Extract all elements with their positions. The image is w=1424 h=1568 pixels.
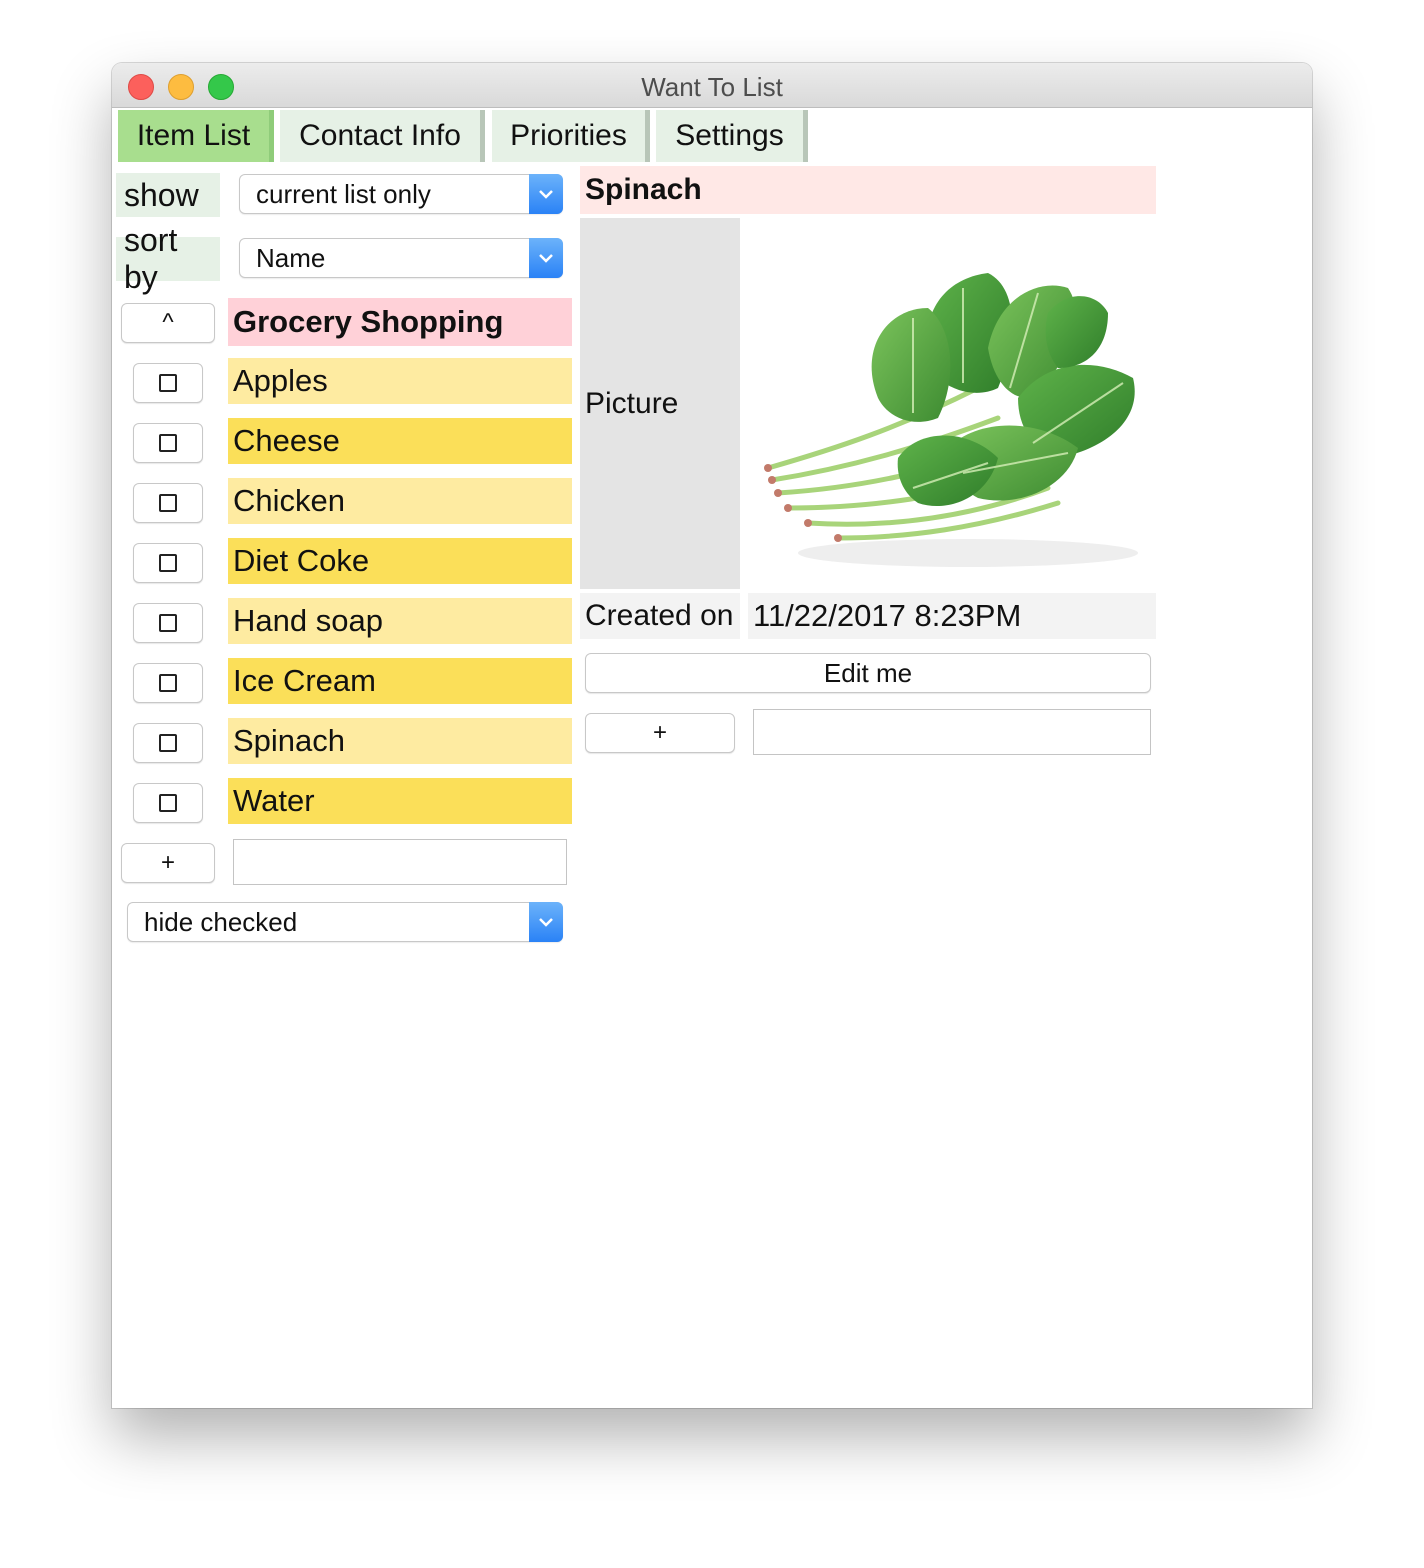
tab-label: Settings [675, 119, 784, 152]
tab-settings[interactable]: Settings [656, 110, 808, 162]
show-label: show [116, 173, 220, 217]
picture-label: Picture [580, 218, 740, 589]
item-checkbox[interactable] [133, 663, 203, 703]
add-note-button[interactable]: + [585, 713, 735, 753]
item-checkbox[interactable] [133, 483, 203, 523]
checkbox-icon [159, 554, 177, 572]
list-item[interactable]: Cheese [228, 418, 572, 464]
sort-select[interactable]: Name [239, 238, 563, 278]
list-item[interactable]: Diet Coke [228, 538, 572, 584]
app-window: Want To List Item List Contact Info Prio… [112, 63, 1312, 1408]
list-title: Grocery Shopping [228, 298, 572, 346]
checkbox-icon [159, 494, 177, 512]
add-item-button[interactable]: + [121, 843, 215, 883]
tab-label: Priorities [510, 119, 627, 152]
item-checkbox[interactable] [133, 603, 203, 643]
tab-label: Contact Info [299, 119, 461, 152]
checkbox-icon [159, 434, 177, 452]
checkbox-icon [159, 794, 177, 812]
item-checkbox[interactable] [133, 423, 203, 463]
created-label: Created on [580, 593, 740, 639]
list-item[interactable]: Water [228, 778, 572, 824]
checkbox-icon [159, 734, 177, 752]
edit-button[interactable]: Edit me [585, 653, 1151, 693]
item-checkbox[interactable] [133, 723, 203, 763]
show-select-value: current list only [256, 178, 431, 209]
checked-filter-select[interactable]: hide checked [127, 902, 563, 942]
tab-item-list[interactable]: Item List [118, 110, 274, 162]
sort-label: sort by [116, 222, 220, 295]
item-checkbox[interactable] [133, 543, 203, 583]
list-item[interactable]: Ice Cream [228, 658, 572, 704]
list-item[interactable]: Apples [228, 358, 572, 404]
detail-title: Spinach [580, 166, 1156, 214]
chevron-down-icon [529, 238, 563, 278]
list-item[interactable]: Hand soap [228, 598, 572, 644]
tab-label: Item List [136, 119, 251, 152]
new-item-input[interactable] [233, 839, 567, 885]
list-item[interactable]: Spinach [228, 718, 572, 764]
title-bar: Want To List [112, 63, 1312, 108]
note-input[interactable] [753, 709, 1151, 755]
chevron-down-icon [529, 902, 563, 942]
parent-list-button[interactable]: ^ [121, 303, 215, 343]
window-title: Want To List [641, 72, 783, 102]
item-checkbox[interactable] [133, 363, 203, 403]
show-select[interactable]: current list only [239, 174, 563, 214]
checkbox-icon [159, 614, 177, 632]
checked-filter-value: hide checked [144, 906, 298, 937]
item-picture[interactable] [748, 218, 1156, 589]
created-value: 11/22/2017 8:23PM [748, 593, 1156, 639]
checkbox-icon [159, 674, 177, 692]
list-item[interactable]: Chicken [228, 478, 572, 524]
chevron-down-icon [529, 174, 563, 214]
item-checkbox[interactable] [133, 783, 203, 823]
tab-priorities[interactable]: Priorities [492, 110, 650, 162]
sort-select-value: Name [256, 242, 326, 273]
tab-contact-info[interactable]: Contact Info [280, 110, 485, 162]
spinach-image [764, 273, 1138, 567]
checkbox-icon [159, 374, 177, 392]
